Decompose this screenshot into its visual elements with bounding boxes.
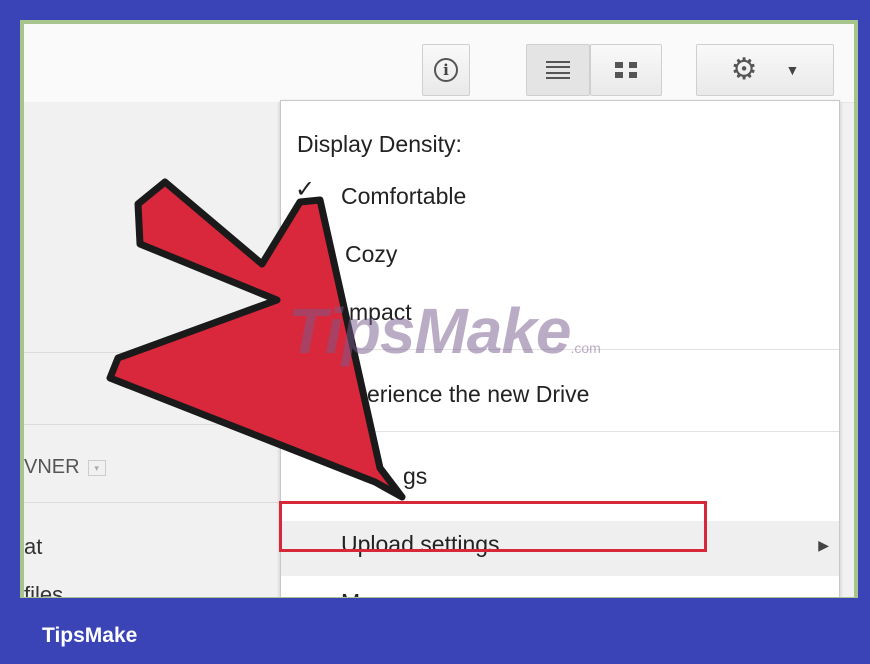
brand-label: TipsMake bbox=[42, 624, 138, 647]
watermark: TipsMake.com bbox=[288, 295, 601, 367]
